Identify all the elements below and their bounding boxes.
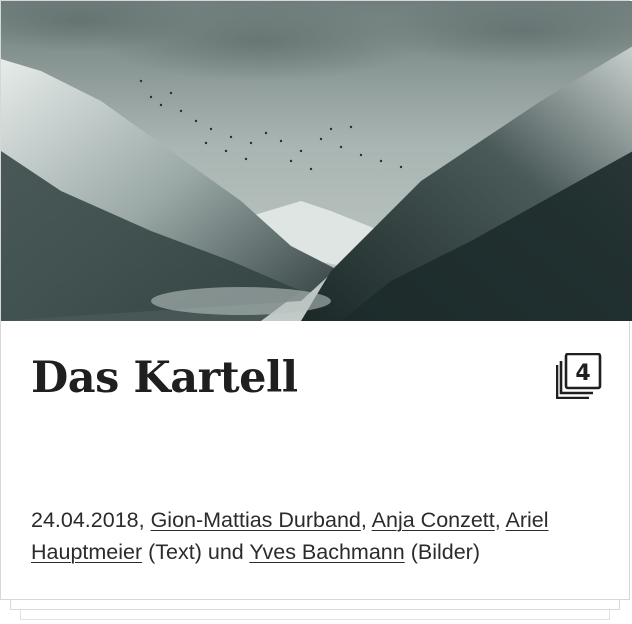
card-stack-layer xyxy=(20,610,610,620)
article-title[interactable]: Das Kartell xyxy=(31,353,298,403)
image-stack-count-icon[interactable]: 4 xyxy=(556,353,602,399)
hero-image[interactable] xyxy=(1,1,632,321)
article-card[interactable]: Das Kartell 4 24.04.2018, Gion-Mattias D… xyxy=(0,0,632,600)
photographer-link[interactable]: Yves Bachmann xyxy=(249,540,404,564)
image-count: 4 xyxy=(575,361,590,386)
article-date: 24.04.2018 xyxy=(31,508,139,532)
photographer-role: (Bilder) xyxy=(410,540,480,564)
article-byline: 24.04.2018, Gion-Mattias Durband, Anja C… xyxy=(31,508,549,564)
author-link[interactable]: Anja Conzett xyxy=(372,508,495,532)
author-link[interactable]: Gion-Mattias Durband xyxy=(151,508,361,532)
card-stack-layer xyxy=(10,600,620,610)
author-role: (Text) xyxy=(148,540,202,564)
mountain-landscape-image xyxy=(1,1,632,321)
byline-joiner: und xyxy=(207,540,244,564)
